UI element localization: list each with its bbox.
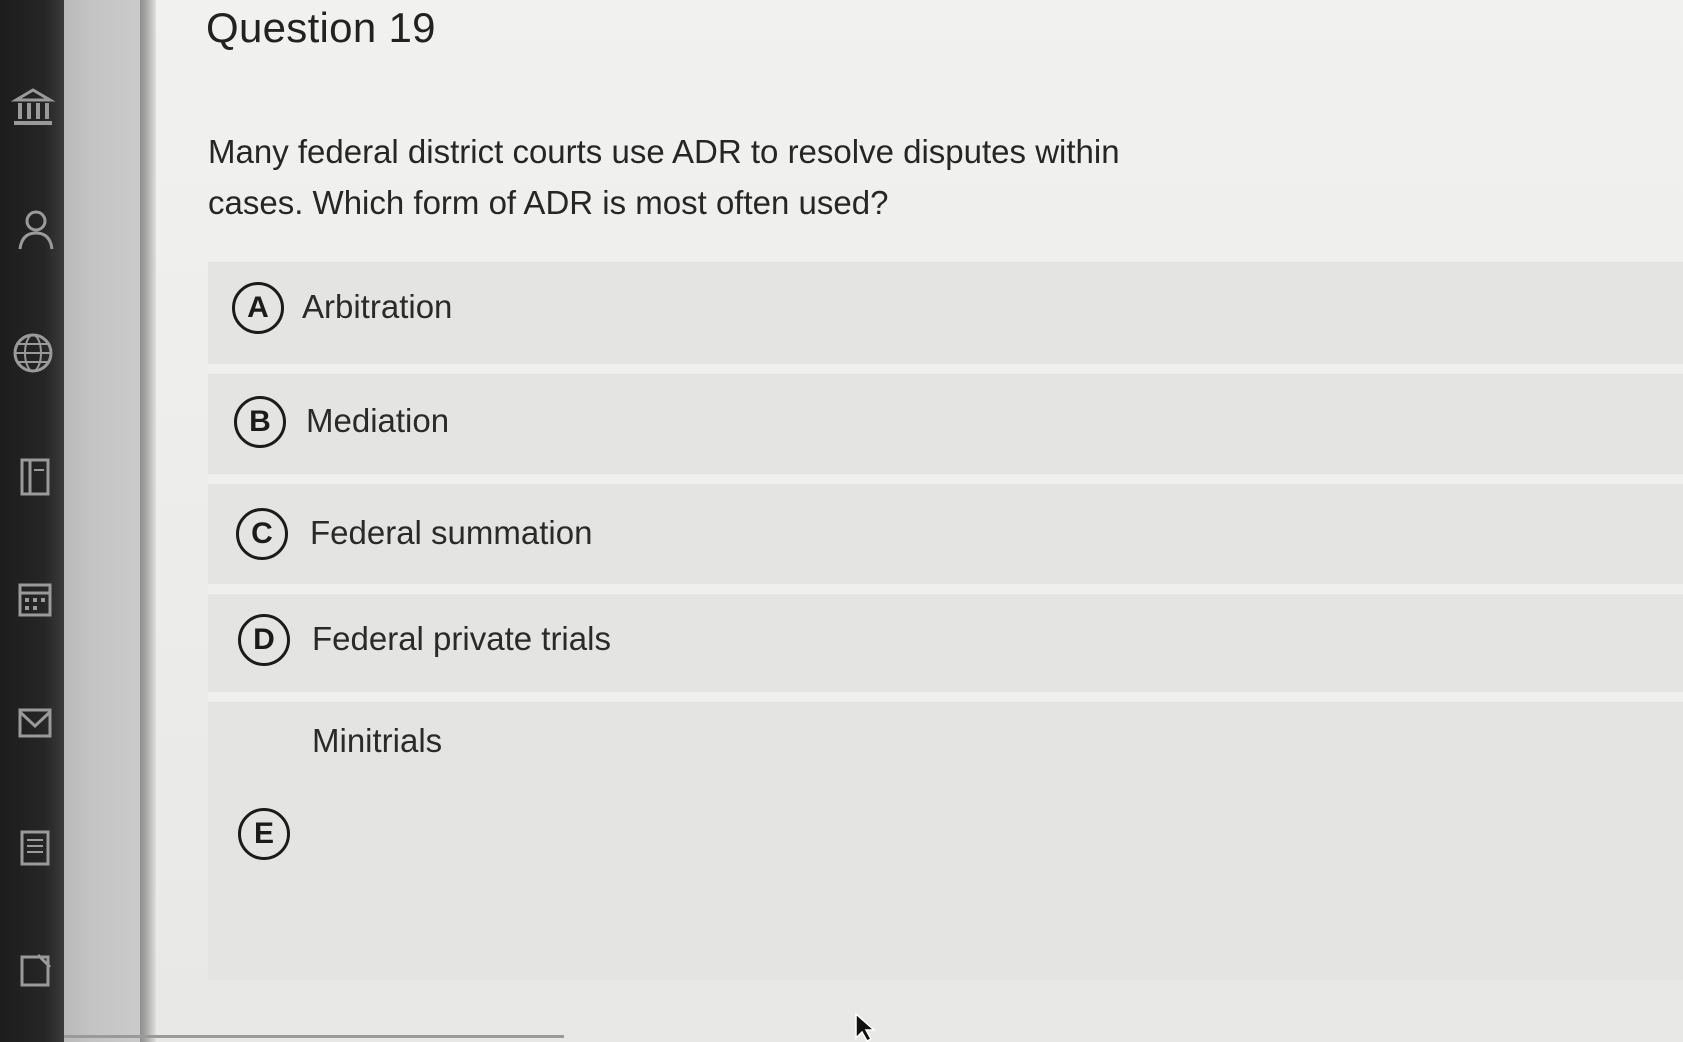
account-icon[interactable] (8, 205, 58, 255)
answer-option-b[interactable]: B Mediation (208, 374, 1683, 474)
option-separator (208, 474, 1683, 484)
quiz-content: Question 19 Many federal district courts… (156, 0, 1683, 1042)
help-icon[interactable] (8, 945, 58, 995)
option-separator (208, 584, 1683, 594)
question-prompt: Many federal district courts use ADR to … (208, 133, 1120, 221)
option-d-text: Federal private trials (312, 620, 611, 657)
inbox-icon[interactable] (8, 698, 58, 748)
option-e-letter-badge[interactable]: E (238, 808, 290, 860)
answer-option-a[interactable]: A Arbitration (208, 262, 1683, 364)
option-c-letter-badge[interactable]: C (236, 508, 288, 560)
option-separator (208, 692, 1683, 702)
option-a-letter-badge[interactable]: A (232, 282, 284, 334)
option-c-text: Federal summation (310, 514, 593, 551)
option-b-letter-badge[interactable]: B (234, 396, 286, 448)
mouse-cursor-icon (855, 1012, 876, 1042)
answer-option-e[interactable]: Minitrials E (208, 702, 1683, 980)
calendar-icon[interactable] (8, 575, 58, 625)
option-d-letter-badge[interactable]: D (238, 614, 290, 666)
global-nav-rail (0, 0, 64, 1042)
option-separator (208, 364, 1683, 374)
gutter-divider (140, 0, 156, 1042)
courses-icon[interactable] (8, 452, 58, 502)
option-b-text: Mediation (306, 402, 450, 439)
institution-icon[interactable] (8, 82, 58, 132)
globe-icon[interactable] (8, 328, 58, 378)
answer-option-c[interactable]: C Federal summation (208, 484, 1683, 584)
history-icon[interactable] (8, 822, 58, 872)
option-a-text: Arbitration (302, 288, 453, 325)
option-e-text: Minitrials (312, 722, 443, 759)
screen: Question 19 Many federal district courts… (0, 0, 1683, 1042)
answer-option-d[interactable]: D Federal private trials (208, 594, 1683, 692)
footer-divider (64, 1035, 564, 1038)
question-title: Question 19 (206, 4, 436, 51)
